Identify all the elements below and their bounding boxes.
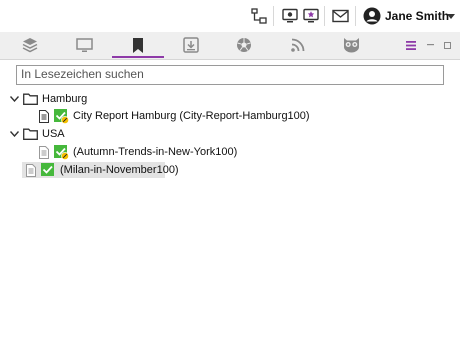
search-input[interactable]: [17, 66, 445, 82]
layers-tab[interactable]: [21, 36, 39, 54]
published-check-icon: [54, 108, 69, 124]
toolbar-divider: [324, 6, 325, 26]
mail-icon[interactable]: [331, 7, 349, 25]
document-icon: [26, 163, 36, 177]
display-icon[interactable]: [281, 7, 299, 25]
menu-icon[interactable]: [405, 36, 417, 54]
expand-arrow-icon[interactable]: [9, 129, 19, 139]
user-name[interactable]: Jane Smith: [385, 9, 449, 23]
bookmark-search[interactable]: [16, 65, 445, 85]
owl-tab[interactable]: [342, 36, 360, 54]
published-check-icon: [54, 144, 69, 160]
toolbar-divider: [273, 6, 274, 26]
download-tab[interactable]: [182, 36, 200, 54]
top-toolbar: Jane Smith: [0, 0, 460, 32]
bookmark-label: (Milan-in-November100): [60, 164, 179, 176]
monitor-tab[interactable]: [75, 36, 93, 54]
expand-arrow-icon[interactable]: [9, 94, 19, 104]
published-check-icon: [41, 162, 56, 178]
folder-label: USA: [42, 128, 65, 140]
toolbar-divider: [355, 6, 356, 26]
folder-label: Hamburg: [42, 93, 88, 105]
document-icon: [39, 145, 49, 159]
caret-down-icon[interactable]: [446, 7, 456, 25]
maximize-icon[interactable]: [442, 36, 452, 54]
folder-icon: [23, 93, 38, 105]
folder-icon: [23, 128, 38, 140]
tree-folder-hamburg[interactable]: Hamburg: [9, 91, 87, 107]
bookmarks-tab[interactable]: [129, 36, 147, 54]
network-icon[interactable]: [250, 7, 268, 25]
user-avatar-icon[interactable]: [363, 7, 381, 25]
minimize-icon[interactable]: [425, 36, 435, 54]
bookmark-label: (Autumn-Trends-in-New-York100): [73, 146, 238, 158]
bookmark-label: City Report Hamburg (City-Report-Hamburg…: [73, 110, 310, 122]
document-icon: [39, 109, 49, 123]
active-tab-indicator: [112, 56, 164, 58]
aperture-tab[interactable]: [235, 36, 253, 54]
star-slideshow-icon[interactable]: [302, 7, 320, 25]
bookmark-item[interactable]: City Report Hamburg (City-Report-Hamburg…: [39, 108, 310, 124]
panel-tab-bar: [0, 32, 460, 60]
bookmark-item-selected[interactable]: (Milan-in-November100): [22, 162, 179, 178]
rss-tab[interactable]: [289, 36, 307, 54]
bookmark-item[interactable]: (Autumn-Trends-in-New-York100): [39, 144, 237, 160]
tree-folder-usa[interactable]: USA: [9, 126, 65, 142]
